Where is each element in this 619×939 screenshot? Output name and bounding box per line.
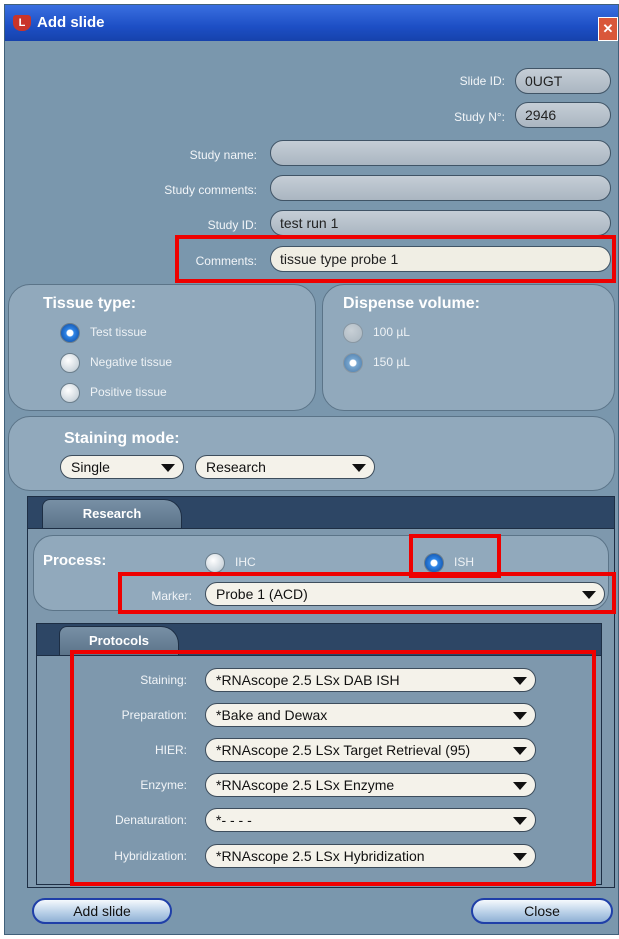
tissue-option-label: Test tissue <box>90 325 147 339</box>
app-icon: L <box>13 15 31 31</box>
window-title: Add slide <box>37 14 105 31</box>
tab-research[interactable]: Research <box>42 499 182 529</box>
dispense-volume-group: Dispense volume: 100 µL 150 µL <box>322 284 615 411</box>
title-bar: L Add slide ✕ <box>5 5 618 41</box>
chevron-down-icon <box>352 464 366 472</box>
tissue-type-group: Tissue type: Test tissue Negative tissue… <box>8 284 316 411</box>
study-id-label: Study ID: <box>207 218 257 232</box>
study-comments-label: Study comments: <box>164 183 257 197</box>
slide-id-field[interactable]: 0UGT <box>515 68 611 94</box>
tissue-type-title: Tissue type: <box>43 295 137 312</box>
radio-icon[interactable] <box>205 553 225 573</box>
slide-id-label: Slide ID: <box>459 74 505 88</box>
study-comments-field[interactable] <box>270 175 611 201</box>
radio-icon[interactable] <box>60 383 80 403</box>
radio-icon[interactable] <box>343 323 363 343</box>
tissue-option-label: Positive tissue <box>90 385 167 399</box>
process-option-label: IHC <box>235 555 256 569</box>
chevron-down-icon <box>161 464 175 472</box>
staining-mode-select[interactable]: Single <box>60 455 184 479</box>
study-name-label: Study name: <box>189 148 257 162</box>
add-slide-button[interactable]: Add slide <box>32 898 172 924</box>
volume-option-label: 150 µL <box>373 355 410 369</box>
study-no-label: Study N°: <box>454 110 505 124</box>
highlight-marker <box>118 572 616 614</box>
staining-mode-title: Staining mode: <box>64 430 180 447</box>
highlight-comments <box>175 235 616 283</box>
staining-mode-group: Staining mode: Single Research <box>8 416 615 491</box>
study-name-field[interactable] <box>270 140 611 166</box>
staining-type-select[interactable]: Research <box>195 455 375 479</box>
dispense-volume-title: Dispense volume: <box>343 295 480 312</box>
study-no-field[interactable]: 2946 <box>515 102 611 128</box>
highlight-protocols <box>70 650 596 886</box>
close-button[interactable]: Close <box>471 898 613 924</box>
process-label: Process: <box>43 552 107 569</box>
staining-type-value: Research <box>206 459 266 475</box>
volume-option-label: 100 µL <box>373 325 410 339</box>
tissue-option-label: Negative tissue <box>90 355 173 369</box>
radio-icon[interactable] <box>343 353 363 373</box>
staining-mode-value: Single <box>71 459 110 475</box>
study-id-field[interactable]: test run 1 <box>270 210 611 236</box>
close-window-button[interactable]: ✕ <box>598 17 618 41</box>
radio-icon[interactable] <box>60 323 80 343</box>
radio-icon[interactable] <box>60 353 80 373</box>
